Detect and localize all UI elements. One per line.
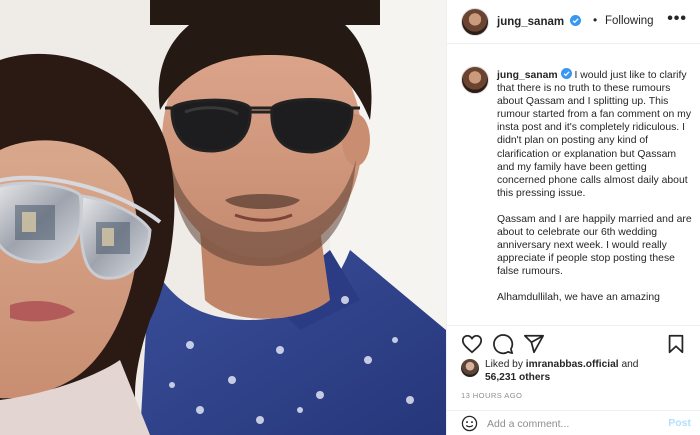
post-side-panel: jung_sanam • Following ••• jung_sanam I … [446, 0, 700, 435]
selfie-illustration [0, 0, 446, 435]
likes-count-link[interactable]: 56,231 others [485, 372, 550, 383]
author-username-text[interactable]: jung_sanam [497, 16, 564, 28]
post-header: jung_sanam • Following ••• [447, 0, 700, 44]
caption-paragraph-1: jung_sanam I would just like to clarify … [497, 68, 693, 200]
verified-badge-icon [570, 15, 582, 26]
bookmark-icon[interactable] [665, 333, 687, 355]
caption-username[interactable]: jung_sanam [497, 70, 558, 81]
likes-text: Liked by imranabbas.official and 56,231 … [485, 358, 685, 384]
author-username[interactable]: jung_sanam [497, 15, 582, 28]
share-icon[interactable] [523, 333, 545, 355]
follow-separator: • [593, 13, 598, 27]
post-caption: jung_sanam I would just like to clarify … [497, 68, 693, 318]
post-comment-button[interactable]: Post [668, 417, 691, 429]
comment-icon[interactable] [492, 333, 514, 355]
comments-scroll-area[interactable]: jung_sanam I would just like to clarify … [447, 44, 700, 326]
emoji-icon[interactable] [461, 415, 478, 432]
liker-avatar[interactable] [461, 359, 479, 377]
likes-prefix: Liked by [485, 359, 526, 370]
verified-badge-icon [560, 68, 572, 79]
caption-author-avatar[interactable] [461, 66, 489, 94]
more-options-button[interactable]: ••• [667, 10, 687, 28]
post-timestamp[interactable]: 13 HOURS AGO [461, 391, 522, 400]
comment-input[interactable] [487, 416, 647, 432]
following-button[interactable]: Following [605, 15, 654, 27]
liker-username[interactable]: imranabbas.official [526, 359, 619, 370]
heart-icon[interactable] [461, 333, 483, 355]
caption-text: I would just like to clarify that there … [497, 70, 692, 199]
add-comment-bar: Post [447, 410, 700, 435]
post-photo[interactable] [0, 0, 446, 435]
caption-paragraph-3: Alhamdullilah, we have an amazing [497, 292, 660, 304]
author-avatar[interactable] [461, 8, 489, 36]
post-actions [461, 333, 687, 355]
caption-paragraph-2: Qassam and I are happily married and are… [497, 213, 692, 278]
likes-connector: and [618, 359, 639, 370]
